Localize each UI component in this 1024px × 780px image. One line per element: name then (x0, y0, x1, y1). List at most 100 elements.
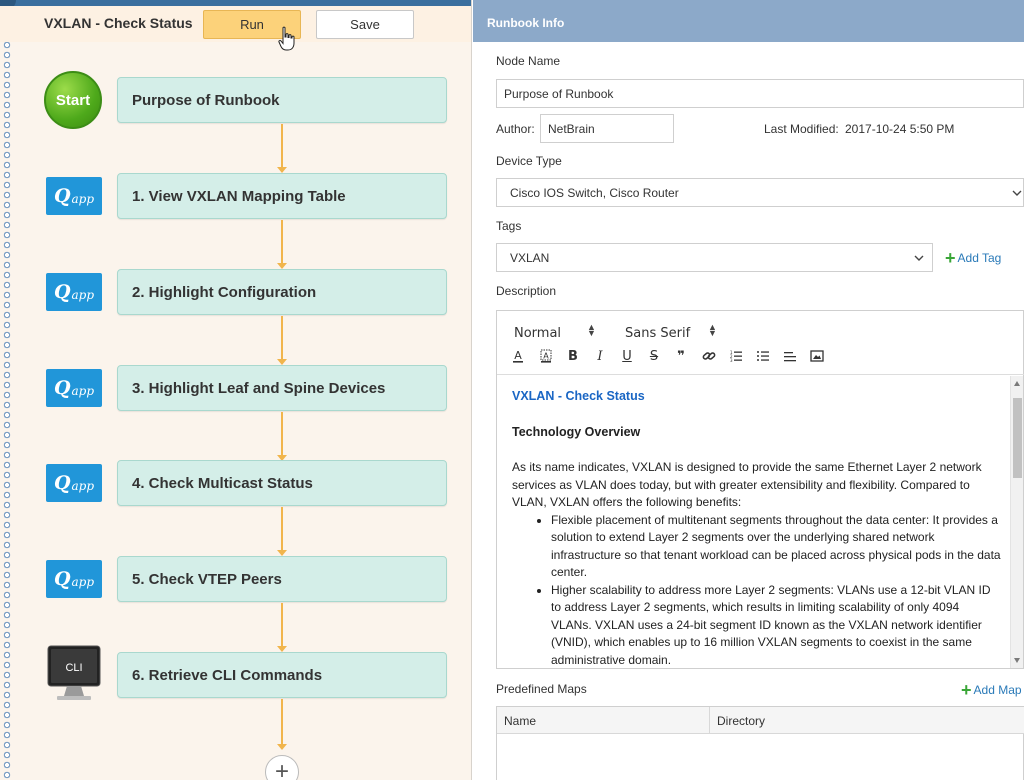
description-label: Description (496, 284, 557, 298)
flow-connector (277, 507, 287, 556)
font-color-icon[interactable]: A (509, 347, 527, 365)
flow-connector (277, 412, 287, 461)
doc-paragraph: As its name indicates, VXLAN is designed… (512, 460, 982, 509)
save-button[interactable]: Save (316, 10, 414, 39)
format-select[interactable]: Normal (514, 326, 561, 341)
doc-bullet-list: Flexible placement of multitenant segmen… (512, 512, 1002, 669)
doc-bullet: Higher scalability to address more Layer… (551, 582, 1002, 669)
qapp-app: app (71, 478, 95, 493)
column-header-directory[interactable]: Directory (717, 714, 765, 728)
qapp-icon[interactable]: Qapp (46, 177, 102, 215)
flow-connector (277, 603, 287, 652)
node-name-input[interactable]: Purpose of Runbook (496, 79, 1024, 108)
qapp-q: Q (53, 281, 71, 303)
qapp-app: app (71, 191, 95, 206)
cli-icon[interactable]: CLI (47, 645, 101, 701)
qapp-icon[interactable]: Qapp (46, 369, 102, 407)
align-icon[interactable] (781, 347, 799, 365)
plus-icon: + (961, 680, 972, 700)
predefined-maps-table: Name Directory (496, 706, 1024, 780)
pane-divider[interactable] (471, 0, 472, 780)
font-select[interactable]: Sans Serif (625, 326, 690, 341)
svg-text:A: A (543, 352, 549, 361)
node-label: 2. Highlight Configuration (132, 283, 317, 301)
runbook-node-3[interactable]: 3. Highlight Leaf and Spine Devices (117, 365, 447, 411)
node-label: 5. Check VTEP Peers (132, 570, 282, 588)
image-icon[interactable] (808, 347, 826, 365)
author-value: NetBrain (548, 121, 595, 136)
qapp-app: app (71, 383, 95, 398)
qapp-icon[interactable]: Qapp (46, 464, 102, 502)
author-input[interactable]: NetBrain (540, 114, 674, 143)
scroll-up-icon[interactable] (1014, 381, 1020, 386)
plus-icon: + (945, 248, 956, 268)
notebook-spiral (0, 40, 16, 780)
runbook-info-panel: Runbook Info Node Name Purpose of Runboo… (473, 0, 1024, 780)
chevron-down-icon (1012, 190, 1022, 196)
runbook-node-1[interactable]: 1. View VXLAN Mapping Table (117, 173, 447, 219)
add-node-button[interactable]: + (265, 755, 299, 780)
description-editor[interactable]: Normal ▲ ▼ Sans Serif ▲ ▼ A A B I U S ❞ 12… (496, 310, 1024, 669)
start-icon[interactable]: Start (44, 71, 102, 129)
runbook-node-4[interactable]: 4. Check Multicast Status (117, 460, 447, 506)
flow-connector (277, 699, 287, 750)
table-header: Name Directory (497, 707, 1024, 734)
font-select-arrow-icon: ▲ ▼ (708, 322, 717, 338)
runbook-node-purpose[interactable]: Purpose of Runbook (117, 77, 447, 123)
predefined-maps-label: Predefined Maps (496, 682, 587, 696)
highlight-icon[interactable]: A (537, 347, 555, 365)
node-name-label: Node Name (496, 54, 561, 68)
qapp-icon[interactable]: Qapp (46, 273, 102, 311)
chevron-down-icon (914, 255, 924, 261)
node-label: 6. Retrieve CLI Commands (132, 666, 323, 684)
editor-toolbar: Normal ▲ ▼ Sans Serif ▲ ▼ A A B I U S ❞ 12… (497, 311, 1024, 375)
quote-icon[interactable]: ❞ (672, 347, 690, 365)
strike-icon[interactable]: S (645, 347, 663, 365)
column-header-name[interactable]: Name (504, 714, 536, 728)
tags-value: VXLAN (510, 250, 550, 265)
column-divider[interactable] (709, 707, 710, 734)
runbook-canvas: VXLAN - Check Status Run Save Start Purp… (0, 0, 472, 780)
add-map-button[interactable]: + Add Map (961, 681, 1022, 699)
italic-icon[interactable]: I (591, 347, 609, 365)
node-label: 1. View VXLAN Mapping Table (132, 187, 346, 205)
add-tag-label: Add Tag (957, 251, 1002, 265)
runbook-node-2[interactable]: 2. Highlight Configuration (117, 269, 447, 315)
qapp-app: app (71, 574, 95, 589)
doc-title: VXLAN - Check Status (512, 389, 645, 403)
bold-icon[interactable]: B (564, 347, 582, 365)
format-select-arrow-icon: ▲ ▼ (587, 322, 596, 338)
author-label: Author: (496, 122, 535, 136)
editor-scrollbar[interactable] (1010, 376, 1023, 668)
qapp-q: Q (53, 377, 71, 399)
flow-connector (277, 220, 287, 269)
device-type-value: Cisco IOS Switch, Cisco Router (510, 185, 679, 200)
qapp-icon[interactable]: Qapp (46, 560, 102, 598)
runbook-node-6[interactable]: 6. Retrieve CLI Commands (117, 652, 447, 698)
tags-label: Tags (496, 219, 522, 233)
add-map-label: Add Map (973, 683, 1022, 697)
last-modified-label: Last Modified: (764, 122, 839, 136)
flow-connector (277, 316, 287, 365)
runbook-node-5[interactable]: 5. Check VTEP Peers (117, 556, 447, 602)
info-header: Runbook Info (473, 0, 1024, 42)
editor-content[interactable]: VXLAN - Check Status Technology Overview… (497, 376, 1011, 668)
scrollbar-thumb[interactable] (1013, 398, 1022, 478)
device-type-select[interactable]: Cisco IOS Switch, Cisco Router (496, 178, 1024, 207)
ordered-list-icon[interactable]: 123 (727, 347, 745, 365)
scroll-down-icon[interactable] (1014, 658, 1020, 663)
node-label: 3. Highlight Leaf and Spine Devices (132, 379, 386, 397)
cli-label: CLI (65, 662, 82, 674)
tags-select[interactable]: VXLAN (496, 243, 933, 272)
device-type-label: Device Type (496, 154, 562, 168)
bullet-list-icon[interactable] (754, 347, 772, 365)
qapp-app: app (71, 287, 95, 302)
qapp-q: Q (53, 472, 71, 494)
qapp-q: Q (53, 568, 71, 590)
runbook-toolbar: VXLAN - Check Status Run Save (0, 6, 472, 51)
link-icon[interactable] (700, 347, 718, 365)
underline-icon[interactable]: U (618, 347, 636, 365)
qapp-q: Q (53, 185, 71, 207)
last-modified-value: 2017-10-24 5:50 PM (845, 122, 955, 136)
add-tag-button[interactable]: + Add Tag (945, 249, 1001, 267)
